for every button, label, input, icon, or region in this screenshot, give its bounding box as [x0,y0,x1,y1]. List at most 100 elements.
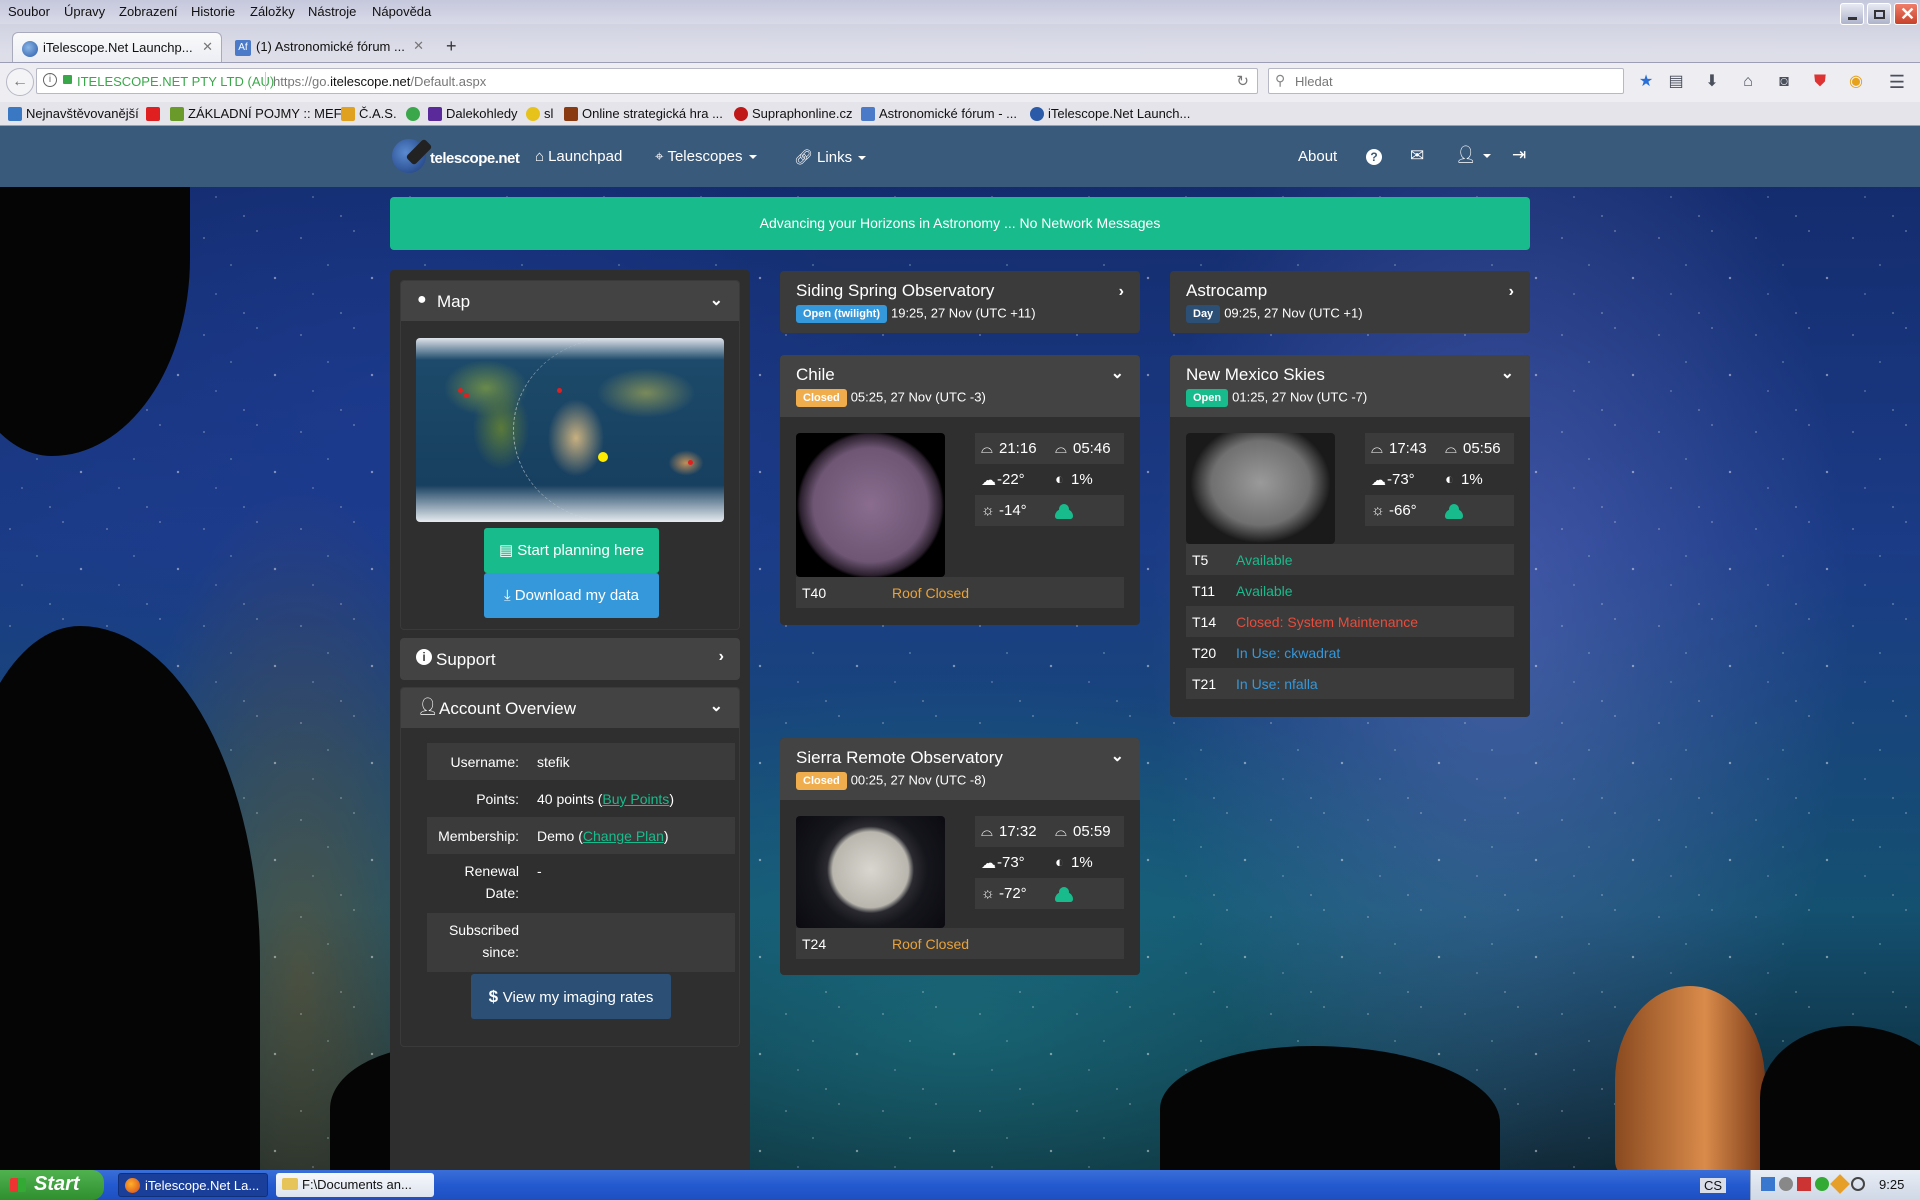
bookmarks-list-icon[interactable]: ▤ [1666,72,1686,92]
bookmark-item[interactable]: Nejnavštěvovanější [8,106,139,121]
telescope-row[interactable]: T24 Roof Closed [796,928,1124,959]
url-text[interactable]: https://go.itelescope.net/Default.aspx [273,74,486,89]
nav-links[interactable]: 🔗︎ Links [794,148,867,166]
observatory-marker[interactable] [557,388,562,393]
bookmark-item[interactable]: Online strategická hra ... [564,106,723,121]
menu-nastroje[interactable]: Nástroje [308,4,356,19]
close-tab-icon[interactable]: ✕ [202,39,213,55]
chevron-right-icon[interactable]: › [1509,283,1514,301]
menu-zalozky[interactable]: Záložky [250,4,295,19]
bookmark-item[interactable]: ZÁKLADNÍ POJMY :: MEF [170,106,342,121]
view-imaging-rates-button[interactable]: $ View my imaging rates [471,974,671,1019]
mail-icon[interactable]: ✉ [1410,146,1424,166]
speaker-icon[interactable] [1779,1177,1793,1191]
weather-row: ☼ -66° [1365,495,1514,526]
new-mexico-header[interactable]: New Mexico Skies Open 01:25, 27 Nov (UTC … [1170,355,1530,417]
support-panel-header[interactable]: i Support › [400,638,740,680]
close-tab-icon[interactable]: ✕ [413,38,424,54]
bookmark-item[interactable]: Dalekohledy [428,106,518,121]
telescope-row[interactable]: T20 In Use: ckwadrat [1186,637,1514,668]
downloads-icon[interactable]: ⬇ [1702,72,1722,92]
chevron-down-icon[interactable]: ⌄ [1111,746,1124,766]
bookmark-star-icon[interactable]: ★ [1636,72,1656,92]
restore-button[interactable] [1867,3,1891,25]
bookmark-item[interactable]: sl [526,106,553,121]
subscribed-label: Subscribed since: [449,919,519,963]
account-panel-header[interactable]: 👤︎ Account Overview ⌄ [401,688,739,728]
tab-astronomicke-forum[interactable]: Af (1) Astronomické fórum ... ✕ [226,32,432,62]
nav-launchpad[interactable]: ⌂ Launchpad [535,148,622,165]
itelescope-logo[interactable]: telescope.net [392,136,520,176]
sierra-header[interactable]: Sierra Remote Observatory Closed 00:25, 2… [780,738,1140,800]
siding-spring-panel[interactable]: Siding Spring Observatory Open (twilight… [780,271,1140,333]
search-input[interactable]: ⚲ Hledat [1268,68,1624,94]
new-tab-button[interactable]: + [446,36,457,57]
telescope-row[interactable]: T14 Closed: System Maintenance [1186,606,1514,637]
hamburger-menu-icon[interactable]: ☰ [1887,72,1907,92]
menu-soubor[interactable]: Soubor [8,4,50,19]
bookmark-item[interactable]: Astronomické fórum - ... [861,106,1017,121]
sierra-allsky-camera[interactable] [796,816,945,928]
logout-icon[interactable]: ⇥ [1512,145,1526,165]
telescope-row[interactable]: T5 Available [1186,544,1514,575]
chevron-down-icon[interactable]: ⌄ [710,696,723,716]
user-menu-button[interactable]: 👤︎ [1455,145,1491,165]
taskbar-explorer[interactable]: F:\Documents an... [276,1173,434,1197]
bookmark-item[interactable]: Č.A.S. [341,106,397,121]
chevron-down-icon[interactable]: ⌄ [710,290,723,310]
url-bar[interactable]: i ITELESCOPE.NET PTY LTD (AU) https://go… [36,68,1258,94]
help-icon[interactable]: ? [1366,149,1382,165]
nav-about[interactable]: About [1298,148,1337,165]
shield-addon-icon[interactable]: ⛊ [1810,72,1830,92]
nav-telescopes[interactable]: ⌖ Telescopes [655,148,757,165]
reload-icon[interactable]: ↻ [1236,72,1249,90]
world-map[interactable] [416,338,724,522]
addon-circle-icon[interactable]: ◉ [1846,72,1866,92]
tab-itelescope[interactable]: iTelescope.Net Launchp... ✕ [12,32,222,62]
bookmark-item[interactable]: iTelescope.Net Launch... [1030,106,1190,121]
site-identity[interactable]: ITELESCOPE.NET PTY LTD (AU) [77,74,274,89]
telescope-row[interactable]: T21 In Use: nfalla [1186,668,1514,699]
chevron-right-icon[interactable]: › [1119,283,1124,301]
observatory-marker[interactable] [688,460,693,465]
telescope-row[interactable]: T11 Available [1186,575,1514,606]
chevron-down-icon[interactable]: ⌄ [1501,363,1514,383]
home-icon[interactable]: ⌂ [1738,72,1758,92]
menu-upravy[interactable]: Úpravy [64,4,105,19]
minimize-button[interactable] [1840,3,1864,25]
menu-zobrazeni[interactable]: Zobrazení [119,4,178,19]
observatory-marker[interactable] [464,393,469,398]
clock[interactable]: 9:25 [1879,1177,1904,1192]
menu-napoveda[interactable]: Nápověda [372,4,431,19]
astrocamp-header[interactable]: Astrocamp Day 09:25, 27 Nov (UTC +1) › [1170,271,1530,333]
language-indicator[interactable]: CS [1700,1178,1727,1193]
tool-icon[interactable] [1830,1174,1850,1194]
start-planning-button[interactable]: ▤ Start planning here [484,528,659,573]
observatory-marker[interactable] [458,388,463,393]
chevron-down-icon[interactable]: ⌄ [1111,363,1124,383]
download-data-button[interactable]: ⤓ Download my data [484,573,659,618]
volume-icon[interactable] [1797,1177,1811,1191]
back-button[interactable]: ← [6,68,34,96]
network-icon[interactable] [1761,1177,1775,1191]
map-panel-header[interactable]: ● Map ⌄ [401,281,739,321]
chile-allsky-camera[interactable] [796,433,945,577]
chile-header[interactable]: Chile Closed 05:25, 27 Nov (UTC -3) ⌄ [780,355,1140,417]
new-mexico-allsky-camera[interactable] [1186,433,1335,544]
pocket-icon[interactable]: ◙ [1774,72,1794,92]
menu-historie[interactable]: Historie [191,4,235,19]
browser-chrome: Soubor Úpravy Zobrazení Historie Záložky… [0,0,1920,126]
buy-points-link[interactable]: Buy Points [602,791,669,807]
telescope-row[interactable]: T40 Roof Closed [796,577,1124,608]
bookmark-item[interactable]: Supraphonline.cz [734,106,852,121]
chevron-right-icon[interactable]: › [719,648,724,666]
security-icon[interactable] [1815,1177,1829,1191]
start-button[interactable]: Start [0,1170,104,1200]
siding-spring-header[interactable]: Siding Spring Observatory Open (twilight… [780,271,1140,333]
taskbar-firefox[interactable]: iTelescope.Net La... [118,1173,268,1197]
close-window-button[interactable]: ✕ [1894,3,1918,25]
info-icon[interactable]: i [43,73,57,87]
astrocamp-panel[interactable]: Astrocamp Day 09:25, 27 Nov (UTC +1) › [1170,271,1530,333]
eset-icon[interactable] [1851,1177,1865,1191]
change-plan-link[interactable]: Change Plan [583,828,664,844]
